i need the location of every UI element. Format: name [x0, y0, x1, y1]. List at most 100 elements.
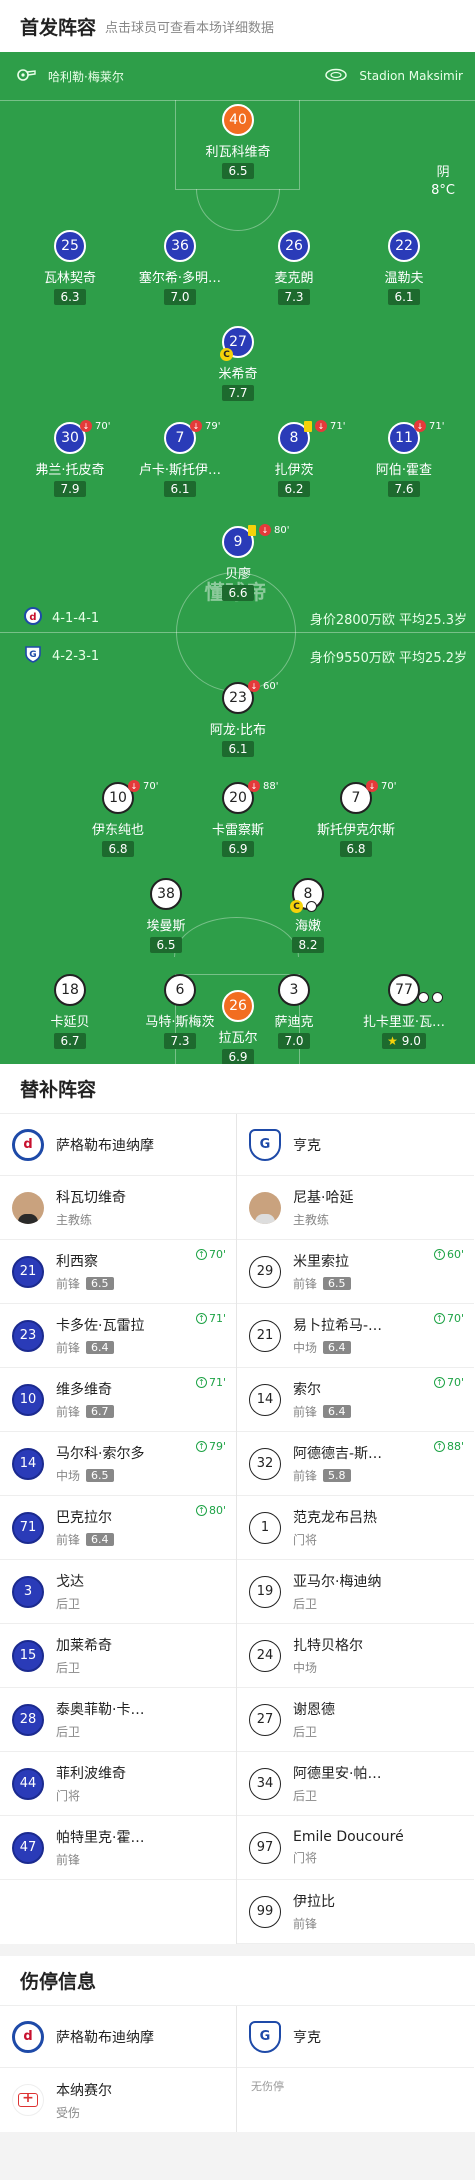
sub-player-row[interactable]: 21 利西察 前锋 6.5 ↑ 70' [0, 1240, 236, 1304]
sub-player-row[interactable]: 15 加莱希奇 后卫 [0, 1624, 236, 1688]
away-player[interactable]: 7 斯托伊克尔斯 6.8 ↓ 70' [306, 780, 406, 857]
sub-player-row[interactable]: 28 泰奥菲勒·卡… 后卫 [0, 1688, 236, 1752]
sub-player-row[interactable]: 21 易卜拉希马-… 中场 6.4 ↑ 70' [237, 1304, 474, 1368]
player-name: 加莱希奇 [56, 1638, 112, 1654]
sub-player-row[interactable]: 23 卡多佐·瓦雷拉 前锋 6.4 ↑ 71' [0, 1304, 236, 1368]
away-player[interactable]: 23 阿龙·比布 6.1 ↓ 60' [188, 680, 288, 757]
dinamo-logo-icon: d [12, 1128, 44, 1161]
sub-player-row[interactable]: 29 米里索拉 前锋 6.5 ↑ 60' [237, 1240, 474, 1304]
player-rating: 7.3 [278, 289, 310, 305]
player-rating: 6.6 [222, 585, 254, 601]
player-position: 后卫 [293, 1787, 381, 1804]
sub-in-icon: ↑ [433, 1313, 445, 1324]
player-name: 阿德里安·帕… [293, 1766, 382, 1782]
sub-in-time: ↑ 80' [195, 1504, 226, 1517]
player-name: 利瓦科维奇 [205, 145, 271, 160]
venue-row: 哈利勒·梅莱尔 Stadion Maksimir [0, 52, 475, 100]
sub-player-row[interactable]: 71 巴克拉尔 前锋 6.4 ↑ 80' [0, 1496, 236, 1560]
player-rating: 6.4 [323, 1405, 351, 1418]
home-injury-column: d 萨格勒布迪纳摩 本纳赛尔 受伤 [0, 2006, 237, 2132]
player-name: 索尔 [293, 1382, 321, 1398]
player-name: 拉瓦尔 [218, 1031, 258, 1046]
sub-player-row[interactable]: 27 谢恩德 后卫 [237, 1688, 474, 1752]
sub-player-row[interactable]: 34 阿德里安·帕… 后卫 [237, 1752, 474, 1816]
away-player[interactable]: 38 埃曼斯 6.5 [116, 878, 216, 953]
team-name: 亨克 [293, 2029, 321, 2046]
position-label: 前锋 [293, 1405, 318, 1419]
home-player[interactable]: 25 瓦林契奇 6.3 [20, 230, 120, 305]
sub-in-icon: ↑ [433, 1249, 445, 1260]
home-team-row[interactable]: d 萨格勒布迪纳摩 [0, 1114, 236, 1176]
home-player-gk[interactable]: 40 利瓦科维奇 6.5 [188, 104, 288, 179]
sub-in-time: ↑ 71' [195, 1312, 226, 1325]
sub-player-row[interactable]: 3 戈达 后卫 [0, 1560, 236, 1624]
sub-off-badge: ↓ 80' [248, 524, 289, 536]
position-label: 前锋 [56, 1405, 81, 1419]
sub-player-row[interactable]: 44 菲利波维奇 门将 [0, 1752, 236, 1816]
sub-player-row[interactable]: 97 Emile Doucouré 门将 [237, 1816, 474, 1880]
sub-in-icon: ↑ [195, 1313, 207, 1324]
away-player[interactable]: 18 卡延贝 6.7 [20, 974, 120, 1049]
away-subs-column: G 亨克 尼基·哈延 主教练 29 米里索拉 前锋 6.5 ↑ 60' 21 易卜拉希马-… 中… [237, 1114, 474, 1944]
lineup-title: 首发阵容 [20, 16, 97, 39]
home-player[interactable]: 11 阿伯·霍查 7.6 ↓ 71' [354, 420, 454, 497]
player-number: 14 [12, 1447, 44, 1480]
page-bottom [0, 2132, 475, 2180]
away-team-row[interactable]: G 亨克 [237, 1114, 474, 1176]
player-name: 麦克朗 [274, 271, 314, 286]
lineup-subtitle: 点击球员可查看本场详细数据 [105, 20, 275, 36]
sub-player-row[interactable]: 24 扎特贝格尔 中场 [237, 1624, 474, 1688]
sub-off-icon: ↓ [190, 420, 202, 432]
player-rating: 6.8 [340, 841, 372, 857]
sub-player-row[interactable]: 32 阿德德吉-斯… 前锋 5.8 ↑ 88' [237, 1432, 474, 1496]
injured-player-row[interactable]: 本纳赛尔 受伤 [0, 2068, 236, 2132]
away-player[interactable]: 8 海嫩 8.2 C [258, 878, 358, 953]
home-player[interactable]: 22 温勒夫 6.1 [354, 230, 454, 305]
weather-condition: 阴 [436, 165, 450, 180]
home-player[interactable]: 26 麦克朗 7.3 [244, 230, 344, 305]
home-player[interactable]: 9 贝廖 6.6 ↓ 80' [188, 524, 289, 601]
home-player[interactable]: 36 塞尔希·多明… 7.0 [130, 230, 230, 305]
player-name: 温勒夫 [384, 271, 424, 286]
player-name: 阿龙·比布 [209, 723, 267, 738]
player-position: 后卫 [293, 1595, 381, 1612]
player-number: 3 [12, 1575, 44, 1608]
sub-player-row[interactable]: 10 维多维奇 前锋 6.7 ↑ 71' [0, 1368, 236, 1432]
sub-player-row[interactable]: 14 索尔 前锋 6.4 ↑ 70' [237, 1368, 474, 1432]
home-player[interactable]: 7 卢卡·斯托伊… 6.1 ↓ 79' [130, 420, 230, 497]
player-position: 前锋 [293, 1915, 335, 1932]
genk-logo-icon: G [24, 645, 42, 667]
player-name: 阿德德吉-斯… [293, 1446, 383, 1462]
yellow-card-icon [248, 524, 256, 536]
sub-off-icon: ↓ [80, 420, 92, 432]
position-label: 后卫 [293, 1725, 318, 1739]
home-team-row[interactable]: d 萨格勒布迪纳摩 [0, 2006, 236, 2068]
player-position: 前锋 6.4 [56, 1339, 144, 1356]
sub-player-row[interactable]: 1 范克龙布吕热 门将 [237, 1496, 474, 1560]
player-position: 中场 6.5 [56, 1467, 144, 1484]
sub-player-row[interactable]: 99 伊拉比 前锋 [237, 1880, 474, 1944]
away-player[interactable]: 10 伊东纯也 6.8 ↓ 70' [68, 780, 168, 857]
player-position: 前锋 6.7 [56, 1403, 114, 1420]
away-team-row[interactable]: G 亨克 [237, 2006, 474, 2068]
position-label: 中场 [293, 1341, 318, 1355]
sub-player-row[interactable]: 19 亚马尔·梅迪纳 后卫 [237, 1560, 474, 1624]
sub-in-icon: ↑ [195, 1505, 207, 1516]
player-number: 25 [54, 230, 86, 262]
home-coach-row[interactable]: 科瓦切维奇 主教练 [0, 1176, 236, 1240]
player-number: 18 [54, 974, 86, 1006]
position-label: 后卫 [56, 1661, 81, 1675]
away-player[interactable]: 77 扎卡里亚·瓦… ★ 9.0 [354, 974, 454, 1049]
home-player[interactable]: 8 扎伊茨 6.2 ↓ 71' [244, 420, 345, 497]
away-player-gk[interactable]: 26 拉瓦尔 6.9 [188, 990, 288, 1064]
away-coach-row[interactable]: 尼基·哈延 主教练 [237, 1176, 474, 1240]
sub-player-row[interactable]: 47 帕特里克·霍… 前锋 [0, 1816, 236, 1880]
position-label: 后卫 [56, 1725, 81, 1739]
home-player[interactable]: 30 弗兰·托皮奇 7.9 ↓ 70' [20, 420, 120, 497]
sub-player-row[interactable]: 14 马尔科·索尔多 中场 6.5 ↑ 79' [0, 1432, 236, 1496]
player-name: 巴克拉尔 [56, 1510, 112, 1526]
away-player[interactable]: 20 卡雷察斯 6.9 ↓ 88' [188, 780, 288, 857]
home-player[interactable]: 27 米希奇 7.7 C [188, 326, 288, 401]
coach-name: 尼基·哈延 [293, 1190, 354, 1206]
sub-in-time: ↑ 79' [195, 1440, 226, 1453]
